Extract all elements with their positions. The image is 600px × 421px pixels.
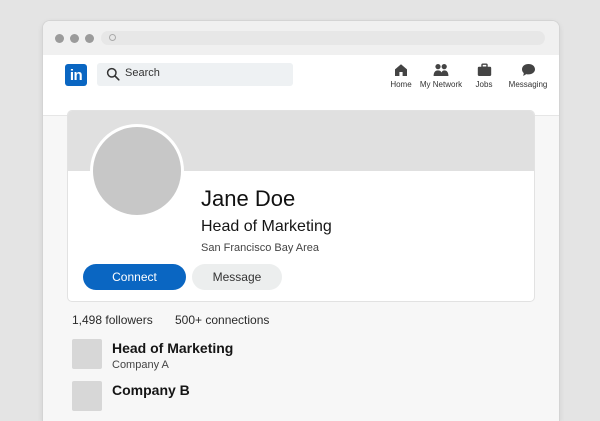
- top-navbar: in Search Home My Network Jobs Messaging: [43, 55, 559, 116]
- connect-button[interactable]: Connect: [83, 264, 186, 290]
- message-button[interactable]: Message: [192, 264, 282, 290]
- linkedin-logo[interactable]: in: [65, 64, 87, 86]
- followers-count[interactable]: 1,498 followers: [72, 313, 153, 327]
- briefcase-icon: [477, 63, 491, 76]
- connections-count[interactable]: 500+ connections: [175, 313, 269, 327]
- home-icon: [395, 64, 407, 76]
- company-logo: [72, 339, 102, 369]
- address-bar[interactable]: [101, 31, 545, 45]
- nav-label-home: Home: [390, 80, 412, 89]
- browser-titlebar: [43, 21, 559, 56]
- nav-item-jobs[interactable]: Jobs: [471, 63, 497, 89]
- nav-item-my-network[interactable]: My Network: [419, 63, 463, 89]
- nav-item-home[interactable]: Home: [389, 63, 413, 89]
- nav-label-jobs: Jobs: [475, 80, 493, 89]
- experience-title: Head of Marketing: [112, 340, 234, 356]
- site-info-icon: [109, 34, 116, 41]
- messaging-icon: [521, 64, 535, 76]
- company-logo: [72, 381, 102, 411]
- window-minimize-control[interactable]: [70, 34, 79, 43]
- avatar[interactable]: [90, 124, 184, 218]
- search-input[interactable]: Search: [97, 63, 293, 86]
- experience-company: Company A: [112, 359, 169, 371]
- profile-location: San Francisco Bay Area: [201, 242, 320, 254]
- window-maximize-control[interactable]: [85, 34, 94, 43]
- search-icon: [106, 67, 120, 81]
- profile-headline: Head of Marketing: [201, 218, 332, 235]
- search-placeholder: Search: [125, 67, 160, 79]
- profile-name: Jane Doe: [201, 186, 296, 211]
- network-icon: [433, 64, 449, 76]
- profile-card: Jane Doe Head of Marketing San Francisco…: [67, 110, 535, 302]
- window-close-control[interactable]: [55, 34, 64, 43]
- nav-label-messaging: Messaging: [508, 80, 548, 89]
- experience-item[interactable]: Head of Marketing Company A: [72, 339, 472, 379]
- experience-item[interactable]: Company B: [72, 381, 472, 421]
- nav-item-messaging[interactable]: Messaging: [507, 63, 549, 89]
- nav-label-my-network: My Network: [419, 80, 463, 89]
- browser-window: in Search Home My Network Jobs Messaging…: [42, 20, 560, 421]
- experience-title: Company B: [112, 382, 190, 398]
